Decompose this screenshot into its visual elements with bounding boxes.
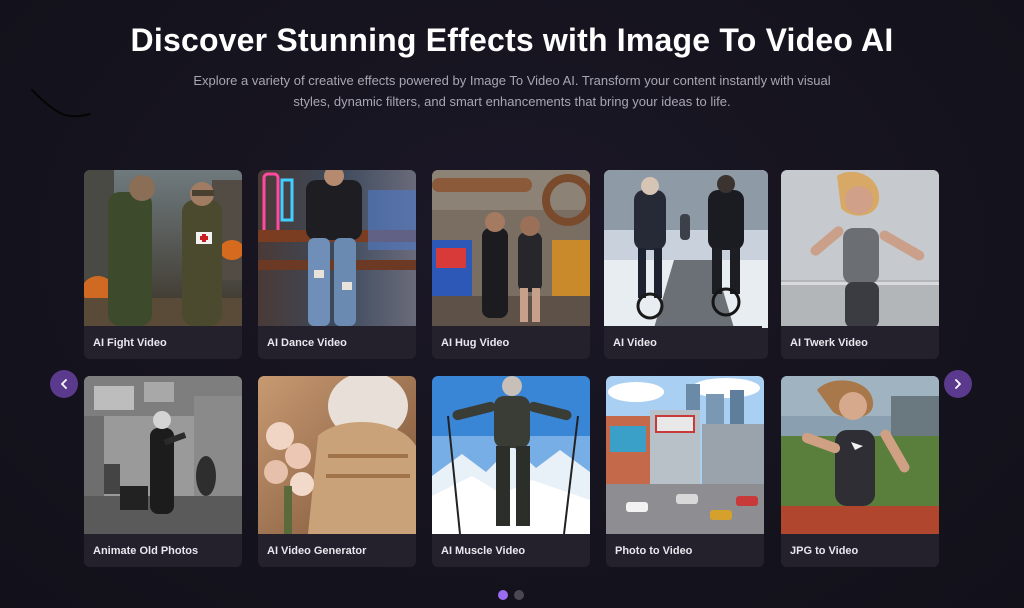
scribble-mark [31,89,91,118]
page-subtitle: Explore a variety of creative effects po… [193,73,831,109]
effect-thumbnail [781,170,939,328]
carousel-prev-button[interactable] [50,370,78,398]
pagination-dot-1[interactable] [498,590,508,600]
effect-card-label: AI Hug Video [432,326,590,359]
effect-card-ai-twerk-video[interactable]: AI Twerk Video [781,170,939,359]
effect-card-label: AI Video Generator [258,534,416,567]
effect-card-ai-video[interactable]: AI Video [604,170,768,359]
effect-thumbnail [432,376,590,534]
effect-card-jpg-to-video[interactable]: JPG to Video [781,376,939,567]
effect-card-label: Animate Old Photos [84,534,242,567]
effects-section: Discover Stunning Effects with Image To … [0,0,1024,608]
chevron-left-icon [61,379,67,389]
effect-card-label: Photo to Video [606,534,764,567]
carousel-pagination [498,590,524,600]
effect-card-animate-old-photos[interactable]: Animate Old Photos [84,376,242,567]
effect-thumbnail [604,170,768,328]
effect-card-label: AI Video [604,326,762,359]
effects-grid: AI Fight Video AI Dance Video AI Hug Vid… [84,170,940,570]
effect-thumbnail [432,170,590,326]
effect-card-label: AI Twerk Video [781,326,939,359]
effect-card-photo-to-video[interactable]: Photo to Video [606,376,764,567]
effect-thumbnail [781,376,939,534]
page-title: Discover Stunning Effects with Image To … [130,22,894,58]
effect-card-ai-muscle-video[interactable]: AI Muscle Video [432,376,590,567]
effect-thumbnail [84,170,242,326]
pagination-dot-2[interactable] [514,590,524,600]
effect-card-label: AI Dance Video [258,326,416,359]
effect-card-label: JPG to Video [781,534,939,567]
effect-card-ai-hug-video[interactable]: AI Hug Video [432,170,590,359]
effect-card-ai-dance-video[interactable]: AI Dance Video [258,170,416,359]
effect-thumbnail [84,376,242,534]
effect-card-label: AI Fight Video [84,326,242,359]
effect-card-ai-video-generator[interactable]: AI Video Generator [258,376,416,567]
effect-card-label: AI Muscle Video [432,534,590,567]
effect-card-ai-fight-video[interactable]: AI Fight Video [84,170,242,359]
effect-thumbnail [258,170,416,326]
carousel-next-button[interactable] [944,370,972,398]
effect-thumbnail [606,376,764,534]
effect-thumbnail [258,376,416,534]
chevron-right-icon [955,379,961,389]
